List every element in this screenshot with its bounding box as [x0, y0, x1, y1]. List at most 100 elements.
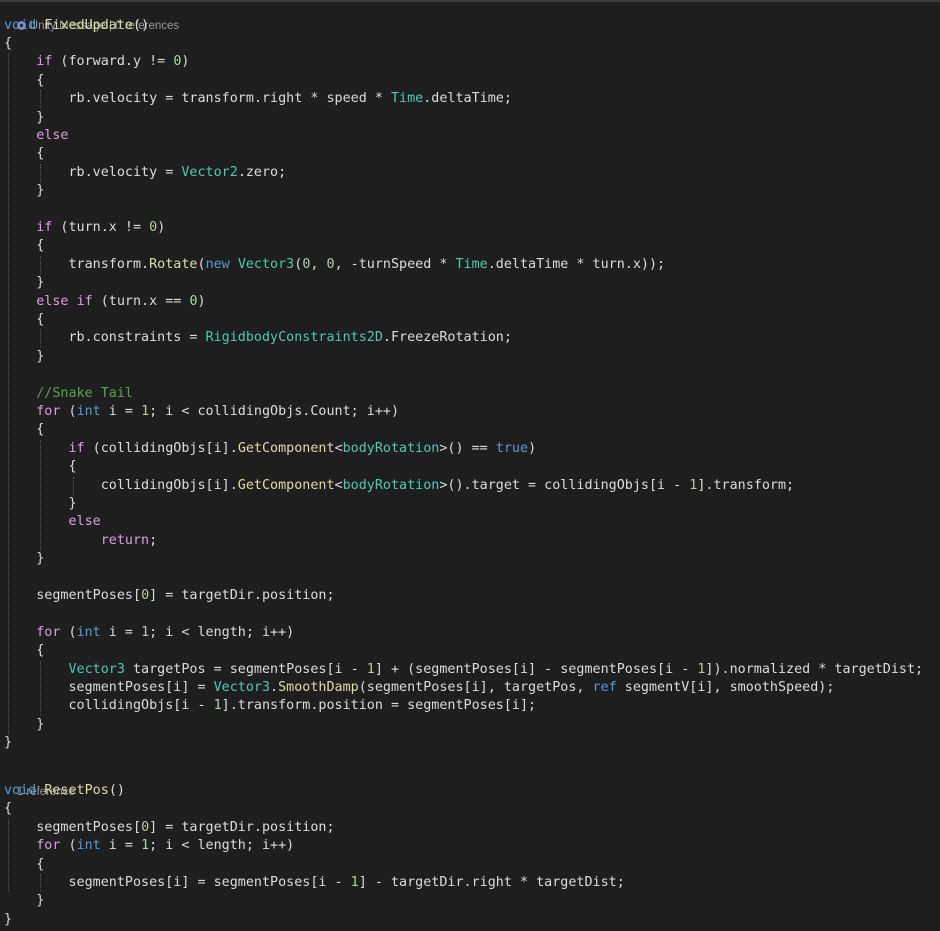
code-token: }	[4, 183, 45, 199]
code-line[interactable]: if (forward.y != 0)	[4, 53, 189, 71]
code-line[interactable]: if (collidingObjs[i].GetComponent<bodyRo…	[4, 440, 537, 458]
code-token: ; i < length; i++)	[149, 624, 295, 640]
code-line[interactable]: {	[4, 145, 44, 163]
code-line[interactable]: for (int i = 1; i < collidingObjs.Count;…	[4, 403, 399, 421]
code-token: int	[76, 403, 101, 419]
code-line[interactable]: for (int i = 1; i < length; i++)	[4, 624, 294, 642]
code-token: 0	[141, 819, 150, 835]
code-token: >() ==	[439, 440, 496, 456]
code-token: rb.velocity = transform.right * speed *	[4, 91, 391, 107]
code-line[interactable]: collidingObjs[i].GetComponent<bodyRotati…	[4, 477, 794, 495]
indent-guide	[40, 660, 42, 716]
code-line[interactable]: transform.Rotate(new Vector3(0, 0, -turn…	[4, 256, 665, 274]
code-token: collidingObjs[i -	[4, 698, 214, 714]
code-line[interactable]: segmentPoses[0] = targetDir.position;	[4, 587, 335, 605]
code-line[interactable]: else	[4, 513, 101, 531]
code-token: new	[205, 256, 230, 272]
code-token: else	[36, 293, 69, 309]
code-editor[interactable]: Unity Message | 0 references 1 reference…	[0, 0, 940, 931]
code-token: )	[528, 440, 537, 456]
code-token: i =	[100, 838, 142, 854]
code-line[interactable]: else	[4, 127, 68, 145]
code-token: }	[4, 893, 45, 909]
code-token: segmentPoses[	[4, 819, 142, 835]
code-line[interactable]: Vector3 targetPos = segmentPoses[i - 1] …	[4, 661, 924, 679]
code-line[interactable]: rb.velocity = Vector2.zero;	[4, 164, 286, 182]
code-token: 1	[213, 698, 222, 714]
code-token: if	[36, 219, 53, 235]
code-token: for	[36, 403, 61, 419]
code-token: if	[76, 293, 93, 309]
code-line[interactable]: collidingObjs[i - 1].transform.position …	[4, 697, 536, 715]
code-token: {	[4, 238, 45, 254]
code-line[interactable]: }	[4, 892, 44, 910]
code-token: 1	[141, 624, 150, 640]
code-token: SmoothDamp	[278, 679, 359, 695]
code-line[interactable]: rb.velocity = transform.right * speed * …	[4, 90, 511, 108]
code-token: ] = targetDir.position;	[149, 819, 335, 835]
code-line[interactable]: return;	[4, 532, 157, 550]
code-line[interactable]: }	[4, 109, 44, 127]
code-token: segmentV[i], smoothSpeed);	[616, 679, 835, 695]
code-line[interactable]: {	[4, 72, 44, 90]
code-token: <	[334, 477, 343, 493]
code-line[interactable]: }	[4, 716, 44, 734]
code-token: ] = targetDir.position;	[149, 587, 335, 603]
code-token: if	[36, 54, 53, 70]
code-token: 1	[141, 838, 150, 854]
code-line[interactable]: }	[4, 274, 44, 292]
code-token: ; i < length; i++)	[149, 838, 295, 854]
code-line[interactable]: {	[4, 421, 44, 439]
code-token: return	[100, 532, 150, 548]
code-line[interactable]: else if (turn.x == 0)	[4, 293, 205, 311]
code-token: 0	[189, 293, 198, 309]
code-token: <	[334, 440, 343, 456]
code-line[interactable]: }	[4, 348, 44, 366]
code-token: (forward.y !=	[52, 54, 174, 70]
code-line[interactable]: {	[4, 856, 44, 874]
code-token: //Snake Tail	[36, 385, 133, 401]
code-token: )	[157, 219, 166, 235]
code-token: (segmentPoses[i], targetPos,	[358, 679, 593, 695]
code-token: Rotate	[149, 256, 198, 272]
code-line[interactable]: segmentPoses[i] = segmentPoses[i - 1] - …	[4, 874, 625, 892]
code-token: segmentPoses[	[4, 587, 142, 603]
code-line[interactable]: }	[4, 550, 44, 568]
code-token: for	[36, 838, 61, 854]
code-token: 1	[141, 403, 150, 419]
code-line[interactable]: }	[4, 734, 12, 752]
code-line[interactable]: {	[4, 35, 12, 53]
indent-guide	[40, 874, 42, 893]
code-line[interactable]: {	[4, 311, 44, 329]
code-token: collidingObjs[i].	[4, 477, 238, 493]
indent-guide	[8, 818, 9, 893]
code-token: {	[4, 146, 45, 162]
code-token: (turn.x !=	[52, 219, 150, 235]
code-token: (	[60, 624, 77, 640]
code-line[interactable]: for (int i = 1; i < length; i++)	[4, 837, 294, 855]
code-line[interactable]: {	[4, 800, 12, 818]
code-token: GetComponent	[237, 440, 335, 456]
code-token: (turn.x ==	[92, 293, 190, 309]
code-line[interactable]: if (turn.x != 0)	[4, 219, 165, 237]
code-line[interactable]: rb.constraints = RigidbodyConstraints2D.…	[4, 329, 511, 347]
code-line[interactable]: segmentPoses[0] = targetDir.position;	[4, 819, 335, 837]
code-token: ()	[108, 783, 125, 798]
code-line[interactable]: segmentPoses[i] = Vector3.SmoothDamp(seg…	[4, 679, 834, 697]
indent-guide	[40, 255, 42, 275]
code-token: .deltaTime * turn.x));	[487, 256, 666, 272]
code-line[interactable]: //Snake Tail	[4, 385, 133, 403]
code-line[interactable]: {	[4, 237, 44, 255]
code-token: 1	[350, 875, 359, 890]
code-token: , -turnSpeed *	[334, 256, 456, 272]
code-token: ] - targetDir.right * targetDist;	[358, 875, 625, 890]
code-line[interactable]: void ResetPos()	[4, 782, 125, 800]
code-line[interactable]: void FixedUpdate()	[4, 17, 149, 35]
code-line[interactable]: }	[4, 911, 12, 929]
code-line[interactable]: {	[4, 642, 44, 660]
code-token: FixedUpdate	[44, 17, 133, 33]
code-token: {	[4, 422, 45, 438]
code-line[interactable]: }	[4, 182, 44, 200]
